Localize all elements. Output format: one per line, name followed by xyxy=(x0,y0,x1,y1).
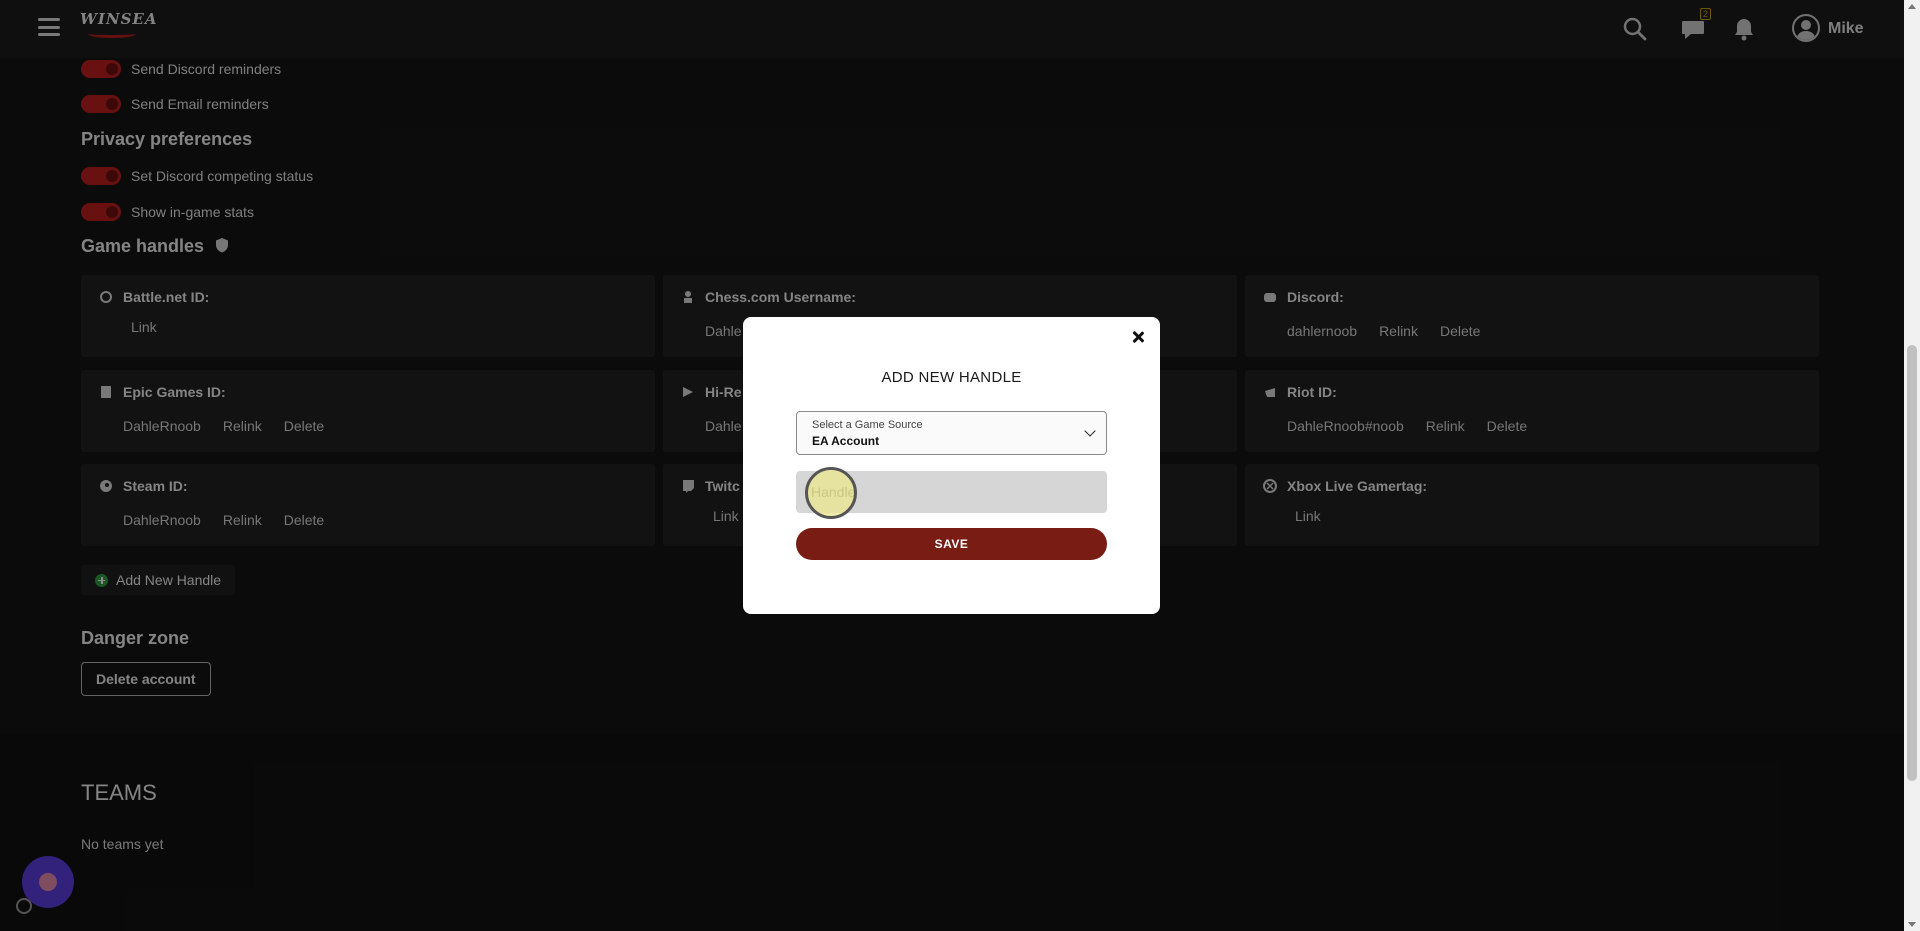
modal-title: ADD NEW HANDLE xyxy=(881,369,1022,386)
game-source-select[interactable]: Select a Game Source EA Account xyxy=(796,411,1107,455)
select-label: Select a Game Source xyxy=(812,419,923,431)
scroll-thumb[interactable] xyxy=(1907,345,1917,781)
add-handle-modal: ADD NEW HANDLE Select a Game Source EA A… xyxy=(743,317,1160,614)
select-value: EA Account xyxy=(812,434,880,448)
save-button[interactable]: SAVE xyxy=(796,528,1107,560)
close-icon[interactable] xyxy=(1130,329,1146,345)
scroll-up-arrow-icon[interactable] xyxy=(1908,4,1916,9)
scroll-down-arrow-icon[interactable] xyxy=(1908,922,1916,927)
chevron-down-icon xyxy=(1084,425,1096,437)
handle-input[interactable] xyxy=(796,471,1107,513)
page-scrollbar[interactable] xyxy=(1904,0,1920,931)
